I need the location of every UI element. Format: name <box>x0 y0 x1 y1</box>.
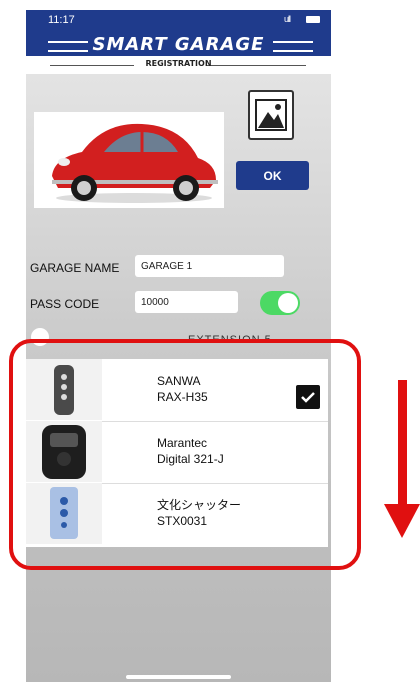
pass-code-label: PASS CODE <box>30 297 100 311</box>
toggle-knob <box>278 293 298 313</box>
app-header: 11:17 ull SMART GARAGE <box>26 10 331 56</box>
garage-name-value: GARAGE 1 <box>141 260 193 272</box>
status-time: 11:17 <box>48 14 75 26</box>
highlight-frame <box>9 339 361 570</box>
car-photo <box>34 112 224 208</box>
registration-bar: REGISTRATION <box>26 56 331 74</box>
battery-icon <box>306 16 320 23</box>
pass-code-field[interactable]: 10000 <box>135 291 238 313</box>
home-indicator <box>126 675 231 679</box>
pass-code-toggle[interactable] <box>260 291 300 315</box>
ok-button[interactable]: OK <box>236 161 309 190</box>
app-title: SMART GARAGE <box>92 34 265 55</box>
signal-icon: ull <box>284 14 291 24</box>
image-picker-icon <box>255 99 287 131</box>
down-arrow-icon <box>384 380 420 538</box>
page-title: REGISTRATION <box>145 59 212 68</box>
car-image <box>52 123 218 203</box>
garage-name-label: GARAGE NAME <box>30 261 120 275</box>
garage-name-field[interactable]: GARAGE 1 <box>135 255 284 277</box>
image-picker-button[interactable] <box>248 90 294 140</box>
pass-code-value: 10000 <box>141 296 169 308</box>
